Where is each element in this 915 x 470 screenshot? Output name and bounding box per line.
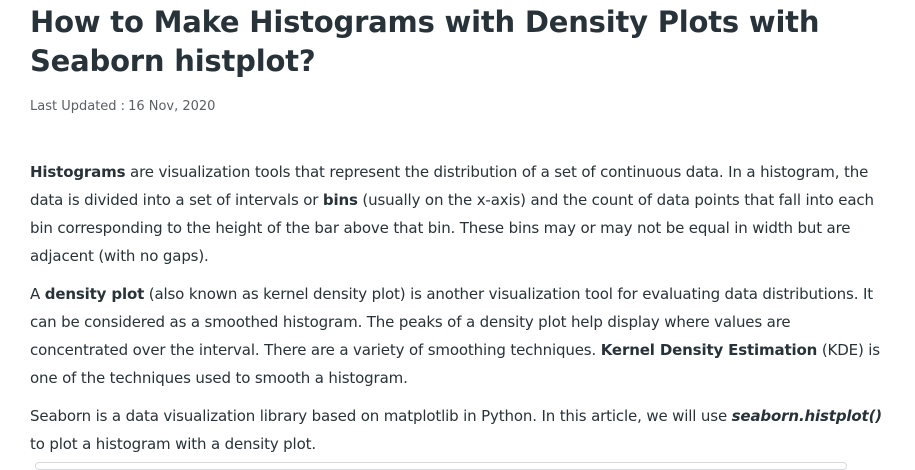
article-body: Histograms are visualization tools that …	[30, 158, 890, 458]
code-block-edge	[35, 462, 847, 470]
article: How to Make Histograms with Density Plot…	[30, 0, 890, 468]
text-span: A	[30, 285, 45, 303]
text-span: Seaborn is a data visualization library …	[30, 407, 732, 425]
code-histplot: seaborn.histplot()	[731, 407, 882, 425]
term-bins: bins	[322, 191, 358, 209]
paragraph-density-plot: A density plot (also known as kernel den…	[30, 280, 890, 392]
paragraph-histograms: Histograms are visualization tools that …	[30, 158, 890, 270]
last-updated-label: Last Updated :	[30, 99, 126, 114]
text-span: to plot a histogram with a density plot.	[30, 435, 316, 453]
term-density-plot: density plot	[44, 285, 145, 303]
last-updated: Last Updated :16 Nov, 2020	[30, 98, 890, 116]
last-updated-date: 16 Nov, 2020	[128, 99, 216, 114]
article-title: How to Make Histograms with Density Plot…	[30, 5, 820, 78]
term-histograms: Histograms	[30, 163, 126, 181]
paragraph-seaborn: Seaborn is a data visualization library …	[30, 402, 890, 458]
term-kde: Kernel Density Estimation	[600, 341, 818, 359]
